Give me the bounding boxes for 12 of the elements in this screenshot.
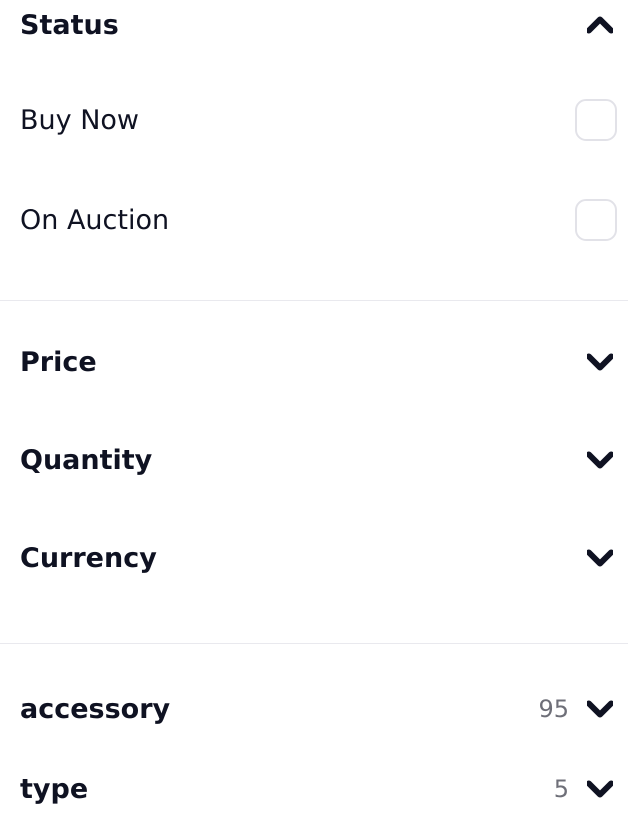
filter-title: Status — [20, 10, 119, 40]
item-count: 95 — [538, 695, 569, 723]
filter-title: type — [20, 774, 88, 804]
option-label: Buy Now — [20, 104, 139, 136]
filter-title: accessory — [20, 694, 170, 724]
filter-title: Currency — [20, 542, 157, 574]
checkbox[interactable] — [575, 199, 617, 241]
filter-title: Price — [20, 346, 97, 378]
item-count: 5 — [554, 775, 569, 803]
checkbox[interactable] — [575, 99, 617, 141]
filter-title: Quantity — [20, 444, 152, 476]
option-label: On Auction — [20, 204, 170, 236]
